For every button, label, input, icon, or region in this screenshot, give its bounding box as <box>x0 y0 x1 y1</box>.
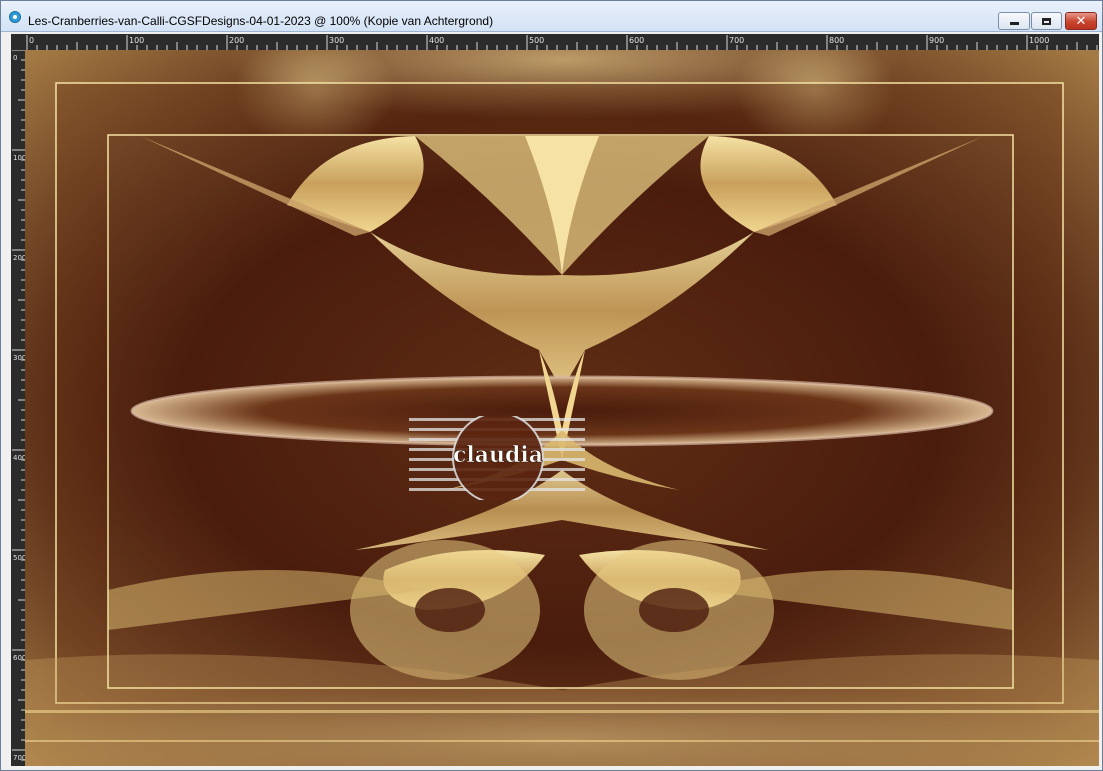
ruler-label: 400 <box>13 454 25 462</box>
minimize-icon <box>1009 22 1019 25</box>
ruler-label: 800 <box>829 36 844 45</box>
ruler-label: 900 <box>929 36 944 45</box>
ruler-label: 700 <box>13 754 25 762</box>
ruler-label: 1000 <box>1029 36 1049 45</box>
close-button[interactable]: ✕ <box>1065 12 1097 30</box>
watermark-text: claudia <box>453 442 543 468</box>
ruler-label: 300 <box>13 354 25 362</box>
ruler-label: 400 <box>429 36 444 45</box>
minimize-button[interactable] <box>998 12 1030 30</box>
ruler-label: 200 <box>13 254 25 262</box>
watermark-logo: claudia <box>409 416 585 500</box>
ruler-label: 200 <box>229 36 244 45</box>
vertical-ruler-ticks: 0 100 200 300 400 500 600 700 <box>12 49 26 762</box>
ruler-label: 600 <box>13 654 25 662</box>
title-bar[interactable]: Les-Cranberries-van-Calli-CGSFDesigns-04… <box>1 1 1102 32</box>
maximize-icon <box>1042 17 1051 25</box>
window-title: Les-Cranberries-van-Calli-CGSFDesigns-04… <box>28 14 494 28</box>
vertical-ruler[interactable]: 0 100 200 300 400 500 600 700 <box>11 49 26 766</box>
ruler-label: 100 <box>129 36 144 45</box>
ruler-label: 500 <box>13 554 25 562</box>
image-window: Les-Cranberries-van-Calli-CGSFDesigns-04… <box>0 0 1103 771</box>
image-canvas[interactable]: claudia <box>25 50 1099 766</box>
ruler-label: 0 <box>13 54 17 62</box>
ruler-label: 500 <box>529 36 544 45</box>
artwork <box>25 50 1099 766</box>
maximize-button[interactable] <box>1031 12 1062 30</box>
ruler-label: 0 <box>29 36 34 45</box>
app-icon[interactable] <box>9 11 21 23</box>
close-icon: ✕ <box>1075 13 1087 29</box>
watermark-graphic: claudia <box>409 416 585 500</box>
horizontal-ruler-ticks: 0 100 200 300 400 500 600 700 800 900 1000 <box>26 35 1098 50</box>
ruler-label: 700 <box>729 36 744 45</box>
ruler-label: 600 <box>629 36 644 45</box>
horizontal-ruler[interactable]: 0 100 200 300 400 500 600 700 800 900 1000 <box>11 34 1099 50</box>
ruler-label: 100 <box>13 154 25 162</box>
ruler-label: 300 <box>329 36 344 45</box>
